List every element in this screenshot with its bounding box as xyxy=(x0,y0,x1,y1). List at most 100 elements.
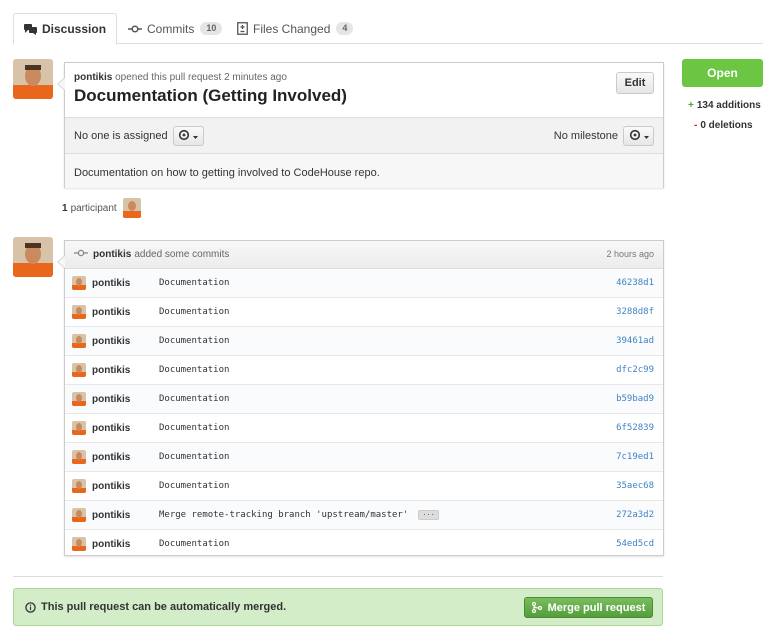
comment-pointer xyxy=(57,255,65,269)
pull-request-discussion-box: pontikis opened this pull request 2 minu… xyxy=(57,62,664,188)
git-commit-icon xyxy=(74,249,88,260)
avatar xyxy=(72,276,86,290)
pull-request-author[interactable]: pontikis xyxy=(74,72,112,83)
deletions-sign: - xyxy=(694,120,698,131)
status-badge: Open xyxy=(682,59,763,87)
avatar xyxy=(72,305,86,319)
page-title: Documentation (Getting Involved) xyxy=(74,86,347,105)
assignee-settings-button[interactable] xyxy=(172,126,204,146)
commit-author[interactable]: pontikis xyxy=(72,450,130,464)
commit-sha-link[interactable]: 35aec68 xyxy=(616,481,654,491)
milestone-settings-button[interactable] xyxy=(623,126,654,146)
tab-files-changed[interactable]: Files Changed 4 xyxy=(237,13,354,44)
participant-avatar[interactable] xyxy=(122,198,141,218)
avatar xyxy=(72,479,86,493)
commit-message-text: Documentation xyxy=(159,336,230,346)
commit-message[interactable]: Merge remote-tracking branch 'upstream/m… xyxy=(159,510,439,520)
commit-list: pontikis Documentation 46238d1 pontikis … xyxy=(65,269,663,559)
table-row: pontikis Documentation 35aec68 xyxy=(65,472,663,501)
avatar[interactable] xyxy=(13,237,53,277)
tab-commits[interactable]: Commits 10 xyxy=(128,13,223,44)
commit-message[interactable]: Documentation xyxy=(159,481,229,491)
git-merge-icon xyxy=(531,602,542,613)
milestone-text: No milestone xyxy=(553,130,618,142)
commit-message[interactable]: Documentation xyxy=(159,336,229,346)
table-row: pontikis Merge remote-tracking branch 'u… xyxy=(65,501,663,530)
participant-label: participant xyxy=(70,202,117,214)
commit-message-text: Documentation xyxy=(159,307,230,317)
commit-author[interactable]: pontikis xyxy=(72,479,130,493)
commit-sha-link[interactable]: 46238d1 xyxy=(616,278,654,288)
commit-sha-link[interactable]: 7c19ed1 xyxy=(616,452,654,462)
merge-status-bar: This pull request can be automatically m… xyxy=(13,588,663,626)
table-row: pontikis Documentation 39461ad xyxy=(65,327,663,356)
commit-sha-link[interactable]: 6f52839 xyxy=(616,423,654,433)
commit-message[interactable]: Documentation xyxy=(159,423,229,433)
additions-sign: + xyxy=(688,100,694,111)
commit-message-text: Documentation xyxy=(159,423,230,433)
deletions-stat: -0 deletions xyxy=(694,120,753,131)
tab-files-changed-label: Files Changed xyxy=(253,21,331,36)
commits-author[interactable]: pontikis xyxy=(93,249,131,260)
commit-author[interactable]: pontikis xyxy=(72,392,130,406)
commit-author[interactable]: pontikis xyxy=(72,508,130,522)
pull-request-tabs: Discussion Commits 10 Files Changed 4 xyxy=(13,13,763,45)
commit-author-name: pontikis xyxy=(92,335,131,347)
expand-commit-message-button[interactable]: ··· xyxy=(418,510,439,520)
commit-message[interactable]: Documentation xyxy=(159,452,229,462)
additions-stat: +134 additions xyxy=(688,100,761,111)
commit-author-name: pontikis xyxy=(92,364,131,376)
commit-author-name: pontikis xyxy=(92,393,131,405)
commit-author[interactable]: pontikis xyxy=(72,334,130,348)
file-diff-icon xyxy=(237,22,248,35)
commits-box: pontikis added some commits 2 hours ago … xyxy=(57,240,664,559)
commit-message-text: Merge remote-tracking branch 'upstream/m… xyxy=(159,510,409,520)
commit-author[interactable]: pontikis xyxy=(72,537,130,551)
avatar xyxy=(72,392,86,406)
additions-text: 134 additions xyxy=(696,100,761,111)
avatar[interactable] xyxy=(13,59,53,99)
commit-author[interactable]: pontikis xyxy=(72,421,130,435)
commit-message[interactable]: Documentation xyxy=(159,278,229,288)
commit-message-text: Documentation xyxy=(159,539,230,549)
commits-time: 2 hours ago xyxy=(606,249,654,259)
commit-message-text: Documentation xyxy=(159,394,230,404)
commit-author[interactable]: pontikis xyxy=(72,363,130,377)
commit-sha-link[interactable]: 54ed5cd xyxy=(616,539,654,549)
commit-message[interactable]: Documentation xyxy=(159,539,229,549)
commit-sha-link[interactable]: 3288d8f xyxy=(616,307,654,317)
divider xyxy=(13,576,663,577)
table-row: pontikis Documentation 46238d1 xyxy=(65,269,663,298)
commit-message[interactable]: Documentation xyxy=(159,394,229,404)
comment-discussion-icon xyxy=(24,23,37,35)
chevron-down-icon xyxy=(643,130,649,142)
avatar xyxy=(72,450,86,464)
commit-sha-link[interactable]: dfc2c99 xyxy=(616,365,654,375)
tab-commits-label: Commits xyxy=(147,21,195,36)
merge-pull-request-button[interactable]: Merge pull request xyxy=(524,597,653,618)
commit-message[interactable]: Documentation xyxy=(159,307,229,317)
commit-message-text: Documentation xyxy=(159,481,230,491)
edit-button[interactable]: Edit xyxy=(616,72,654,94)
commits-header: pontikis added some commits 2 hours ago xyxy=(65,241,663,269)
chevron-down-icon xyxy=(193,130,199,142)
merge-button-label: Merge pull request xyxy=(547,601,646,614)
commit-author-name: pontikis xyxy=(92,451,131,463)
commit-sha-link[interactable]: b59bad9 xyxy=(616,394,654,404)
files-changed-counter: 4 xyxy=(336,22,354,35)
merge-status: This pull request can be automatically m… xyxy=(25,601,286,613)
commit-message[interactable]: Documentation xyxy=(159,365,229,375)
table-row: pontikis Documentation 3288d8f xyxy=(65,298,663,327)
commits-header-text: pontikis added some commits xyxy=(74,249,229,260)
milestone-section: No milestone xyxy=(554,126,654,146)
tab-discussion[interactable]: Discussion xyxy=(13,13,118,45)
avatar xyxy=(72,537,86,551)
commit-author[interactable]: pontikis xyxy=(72,305,130,319)
merge-status-text: This pull request can be automatically m… xyxy=(41,601,287,613)
commit-message-text: Documentation xyxy=(159,365,230,375)
commit-message-text: Documentation xyxy=(159,452,230,462)
commit-sha-link[interactable]: 272a3d2 xyxy=(616,510,654,520)
info-icon xyxy=(25,601,36,613)
commit-author[interactable]: pontikis xyxy=(72,276,130,290)
commit-sha-link[interactable]: 39461ad xyxy=(616,336,654,346)
